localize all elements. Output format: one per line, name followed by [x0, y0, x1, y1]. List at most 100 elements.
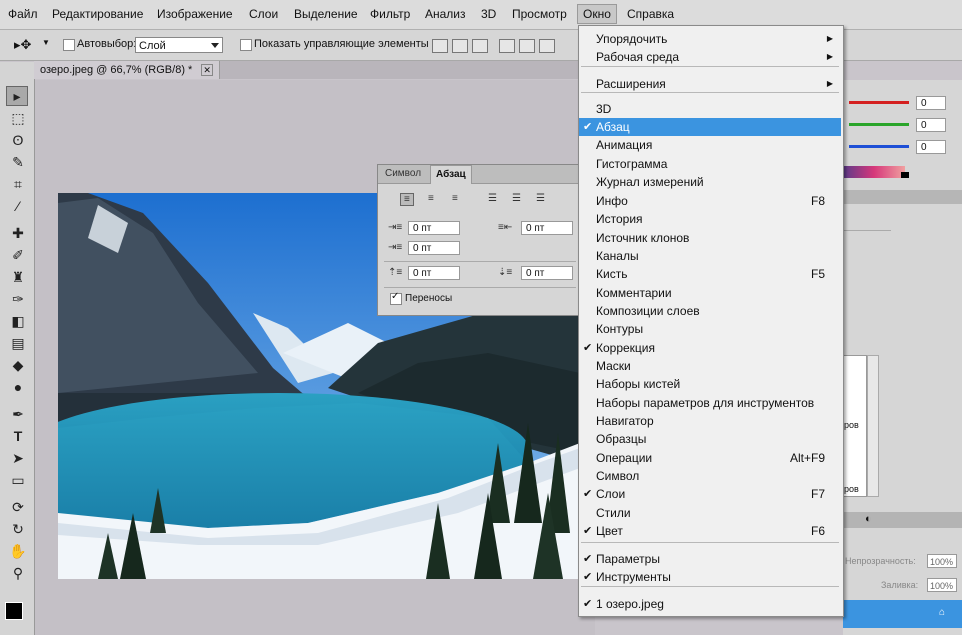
move-tool-icon[interactable]: ▸ [6, 86, 28, 106]
zoom-tool-icon[interactable]: ⚲ [8, 564, 28, 582]
menu-3d[interactable]: 3D [481, 7, 496, 21]
window-menu-item[interactable]: Гистограмма [579, 155, 841, 173]
hand-tool-icon[interactable]: ✋ [8, 542, 28, 560]
window-menu-item[interactable]: Контуры [579, 320, 841, 338]
window-menu-item[interactable]: Композиции слоев [579, 302, 841, 320]
opacity-field[interactable]: 100% [927, 554, 957, 568]
move-tool-icon[interactable]: ▸✥ [14, 37, 31, 53]
menu-layers[interactable]: Слои [249, 7, 278, 21]
align-center-icon[interactable]: ≡ [428, 193, 434, 204]
window-menu-item[interactable]: История [579, 210, 841, 228]
blue-value[interactable]: 0 [916, 140, 946, 154]
blur-tool-icon[interactable]: ◆ [8, 356, 28, 374]
menu-filter[interactable]: Фильтр [370, 7, 410, 21]
scrollbar[interactable] [867, 355, 879, 497]
healing-tool-icon[interactable]: ✚ [8, 224, 28, 242]
window-menu-item[interactable]: ✔ Инструменты [579, 568, 841, 586]
justify-center-icon[interactable]: ☰ [512, 193, 521, 204]
pen-tool-icon[interactable]: ✒ [8, 405, 28, 423]
chevron-down-icon[interactable]: ▼ [42, 38, 50, 47]
align-right-icon[interactable] [539, 39, 555, 53]
tab-paragraph[interactable]: Абзац [430, 165, 472, 184]
window-menu-item[interactable]: Кисть F5 [579, 265, 841, 283]
quick-select-tool-icon[interactable]: ✎ [8, 153, 28, 171]
window-menu-item[interactable]: Каналы [579, 247, 841, 265]
align-left-icon[interactable]: ≡ [400, 193, 414, 206]
menu-help[interactable]: Справка [627, 7, 674, 21]
window-menu-item[interactable]: Инфо F8 [579, 192, 841, 210]
3d-rotate-tool-icon[interactable]: ⟳ [8, 498, 28, 516]
window-menu-item[interactable]: ✔ Слои F7 [579, 485, 841, 503]
align-vcenter-icon[interactable] [452, 39, 468, 53]
tab-symbol[interactable]: Символ [380, 165, 426, 183]
window-menu-item[interactable]: Наборы кистей [579, 375, 841, 393]
adjustment-icon[interactable]: ◐ [865, 513, 872, 525]
menu-view[interactable]: Просмотр [512, 7, 567, 21]
space-after-field[interactable]: 0 пт [521, 266, 573, 280]
marquee-tool-icon[interactable]: ⬚ [8, 109, 28, 127]
align-right-icon[interactable]: ≡ [452, 193, 458, 204]
align-hcenter-icon[interactable] [519, 39, 535, 53]
window-menu-item[interactable]: Символ [579, 467, 841, 485]
window-menu-item[interactable]: ✔ Коррекция [579, 339, 841, 357]
justify-right-icon[interactable]: ☰ [536, 193, 545, 204]
color-ramp[interactable] [843, 166, 905, 178]
window-menu-item[interactable]: Рабочая среда ▶ [579, 48, 841, 66]
window-menu-item[interactable]: Упорядочить ▶ [579, 30, 841, 48]
window-menu-item[interactable]: Источник клонов [579, 229, 841, 247]
indent-left-field[interactable]: 0 пт [408, 221, 460, 235]
space-before-field[interactable]: 0 пт [408, 266, 460, 280]
align-top-icon[interactable] [432, 39, 448, 53]
window-menu-item[interactable]: Образцы [579, 430, 841, 448]
menu-file[interactable]: Файл [8, 7, 38, 21]
dodge-tool-icon[interactable]: ● [8, 378, 28, 396]
window-menu-item[interactable]: Журнал измерений [579, 173, 841, 191]
window-menu-item[interactable]: Комментарии [579, 284, 841, 302]
window-menu-item[interactable]: Маски [579, 357, 841, 375]
color-ramp-black[interactable] [901, 172, 909, 178]
menu-select[interactable]: Выделение [294, 7, 358, 21]
foreground-color-swatch[interactable] [5, 602, 23, 620]
menu-analysis[interactable]: Анализ [425, 7, 466, 21]
align-left-icon[interactable] [499, 39, 515, 53]
menu-edit[interactable]: Редактирование [52, 7, 143, 21]
layers-list[interactable]: ров ров [843, 355, 867, 497]
layer-row-selected[interactable]: ⌂ [843, 600, 962, 628]
show-controls-checkbox[interactable] [240, 39, 252, 51]
history-brush-icon[interactable]: ✑ [8, 290, 28, 308]
document-tab[interactable]: озеро.jpeg @ 66,7% (RGB/8) * ✕ [34, 61, 220, 79]
crop-tool-icon[interactable]: ⌗ [8, 175, 28, 193]
path-select-tool-icon[interactable]: ➤ [8, 449, 28, 467]
autoselect-dropdown[interactable]: Слой [135, 37, 223, 53]
eraser-tool-icon[interactable]: ◧ [8, 312, 28, 330]
window-menu-item[interactable]: Операции Alt+F9 [579, 449, 841, 467]
window-menu-item[interactable]: Наборы параметров для инструментов [579, 394, 841, 412]
menu-window[interactable]: Окно [577, 4, 617, 24]
autoselect-checkbox[interactable] [63, 39, 75, 51]
indent-first-line-field[interactable]: 0 пт [408, 241, 460, 255]
fill-field[interactable]: 100% [927, 578, 957, 592]
justify-left-icon[interactable]: ☰ [488, 193, 497, 204]
menu-image[interactable]: Изображение [157, 7, 233, 21]
green-value[interactable]: 0 [916, 118, 946, 132]
window-menu-item[interactable]: Навигатор [579, 412, 841, 430]
type-tool-icon[interactable]: T [8, 427, 28, 445]
window-menu-item[interactable]: Расширения ▶ [579, 75, 841, 93]
lasso-tool-icon[interactable]: ʘ [8, 131, 28, 149]
window-menu-item[interactable]: ✔ Цвет F6 [579, 522, 841, 540]
window-menu-item[interactable]: ✔ Абзац [579, 118, 841, 136]
stamp-tool-icon[interactable]: ♜ [8, 268, 28, 286]
red-value[interactable]: 0 [916, 96, 946, 110]
close-icon[interactable]: ✕ [201, 64, 213, 76]
indent-right-field[interactable]: 0 пт [521, 221, 573, 235]
red-slider[interactable] [849, 101, 909, 104]
blue-slider[interactable] [849, 145, 909, 148]
brush-tool-icon[interactable]: ✐ [8, 246, 28, 264]
window-menu-item[interactable]: Стили [579, 504, 841, 522]
gradient-tool-icon[interactable]: ▤ [8, 334, 28, 352]
window-menu-item[interactable]: ✔ 1 озеро.jpeg [579, 595, 841, 613]
3d-orbit-tool-icon[interactable]: ↻ [8, 520, 28, 538]
green-slider[interactable] [849, 123, 909, 126]
shape-tool-icon[interactable]: ▭ [8, 471, 28, 489]
window-menu-item[interactable]: Анимация [579, 136, 841, 154]
